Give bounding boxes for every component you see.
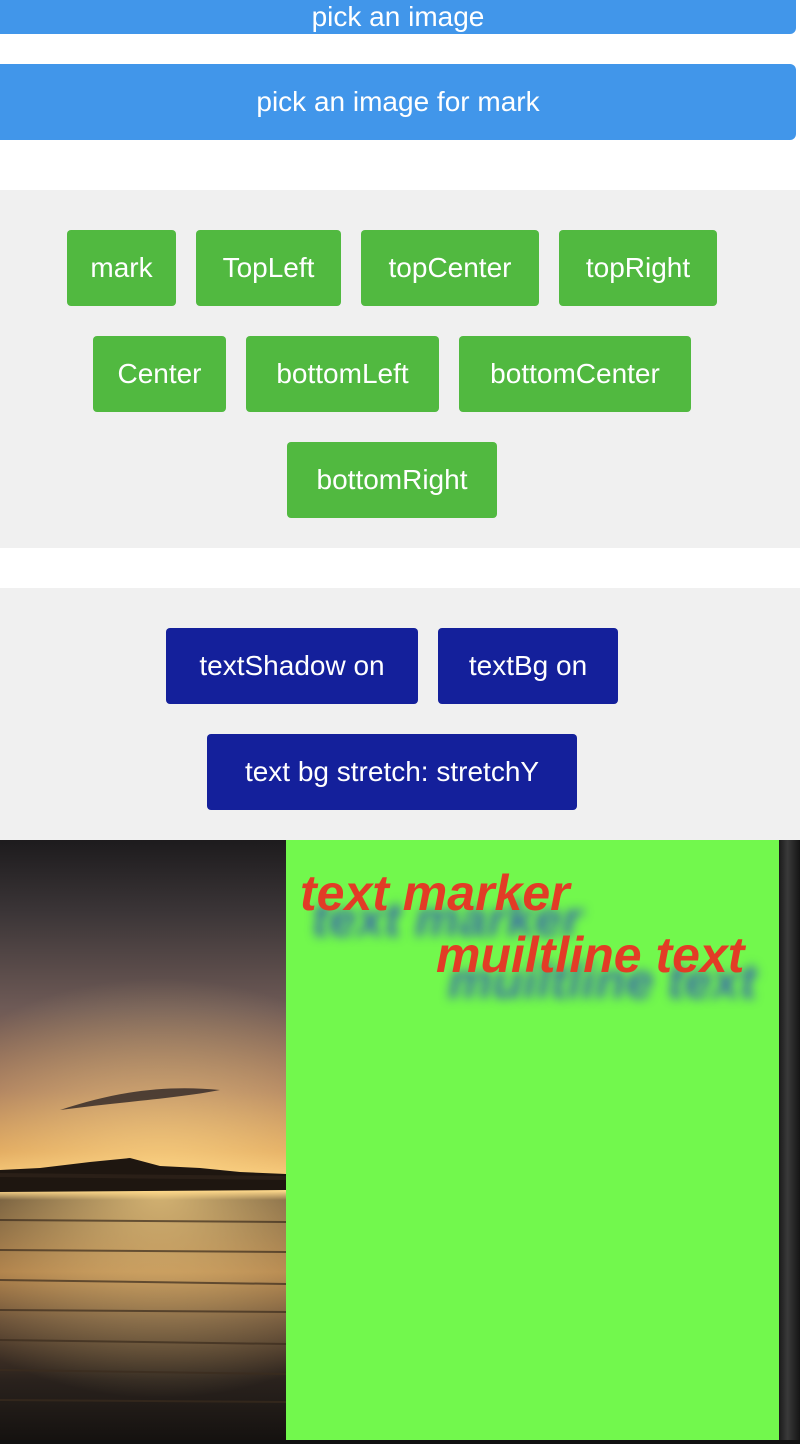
top-center-button[interactable]: topCenter: [361, 230, 539, 306]
mark-button[interactable]: mark: [67, 230, 176, 306]
text-shadow-toggle-label: textShadow on: [199, 650, 385, 681]
image-edge: [779, 840, 800, 1440]
marker-text-line-1: text marker: [300, 865, 570, 921]
top-right-button-label: topRight: [585, 252, 691, 283]
text-shadow-toggle-button[interactable]: textShadow on: [166, 628, 418, 704]
center-button-label: Center: [117, 358, 202, 389]
text-options-panel: textShadow on textBg on text bg stretch:…: [0, 588, 800, 840]
bottom-right-button-label: bottomRight: [316, 464, 468, 495]
mark-position-panel: mark TopLeft topCenter topRight Center b…: [0, 190, 800, 548]
pick-image-for-mark-button[interactable]: pick an image for mark: [0, 64, 796, 140]
bottom-center-button-label: bottomCenter: [490, 358, 660, 389]
top-right-button[interactable]: topRight: [559, 230, 717, 306]
top-center-button-label: topCenter: [388, 252, 512, 283]
pick-image-button-label: pick an image: [311, 1, 485, 32]
bottom-left-button-label: bottomLeft: [276, 358, 409, 389]
bottom-center-button[interactable]: bottomCenter: [459, 336, 691, 412]
bottom-right-button[interactable]: bottomRight: [287, 442, 497, 518]
text-bg-stretch-button[interactable]: text bg stretch: stretchY: [207, 734, 577, 810]
top-left-button[interactable]: TopLeft: [196, 230, 341, 306]
mark-button-label: mark: [90, 252, 153, 283]
top-left-button-label: TopLeft: [222, 252, 315, 283]
bottom-left-button[interactable]: bottomLeft: [246, 336, 439, 412]
marker-text-line-2: muiltline text: [436, 927, 745, 983]
text-bg-stretch-label: text bg stretch: stretchY: [244, 756, 540, 787]
text-bg-toggle-label: textBg on: [468, 650, 588, 681]
pick-image-button[interactable]: pick an image: [0, 0, 796, 34]
text-bg-toggle-button[interactable]: textBg on: [438, 628, 618, 704]
marked-image-preview: text marker muiltline text: [0, 840, 800, 1444]
center-button[interactable]: Center: [93, 336, 226, 412]
pick-image-for-mark-label: pick an image for mark: [256, 86, 540, 117]
bottom-bar: [0, 1440, 800, 1444]
